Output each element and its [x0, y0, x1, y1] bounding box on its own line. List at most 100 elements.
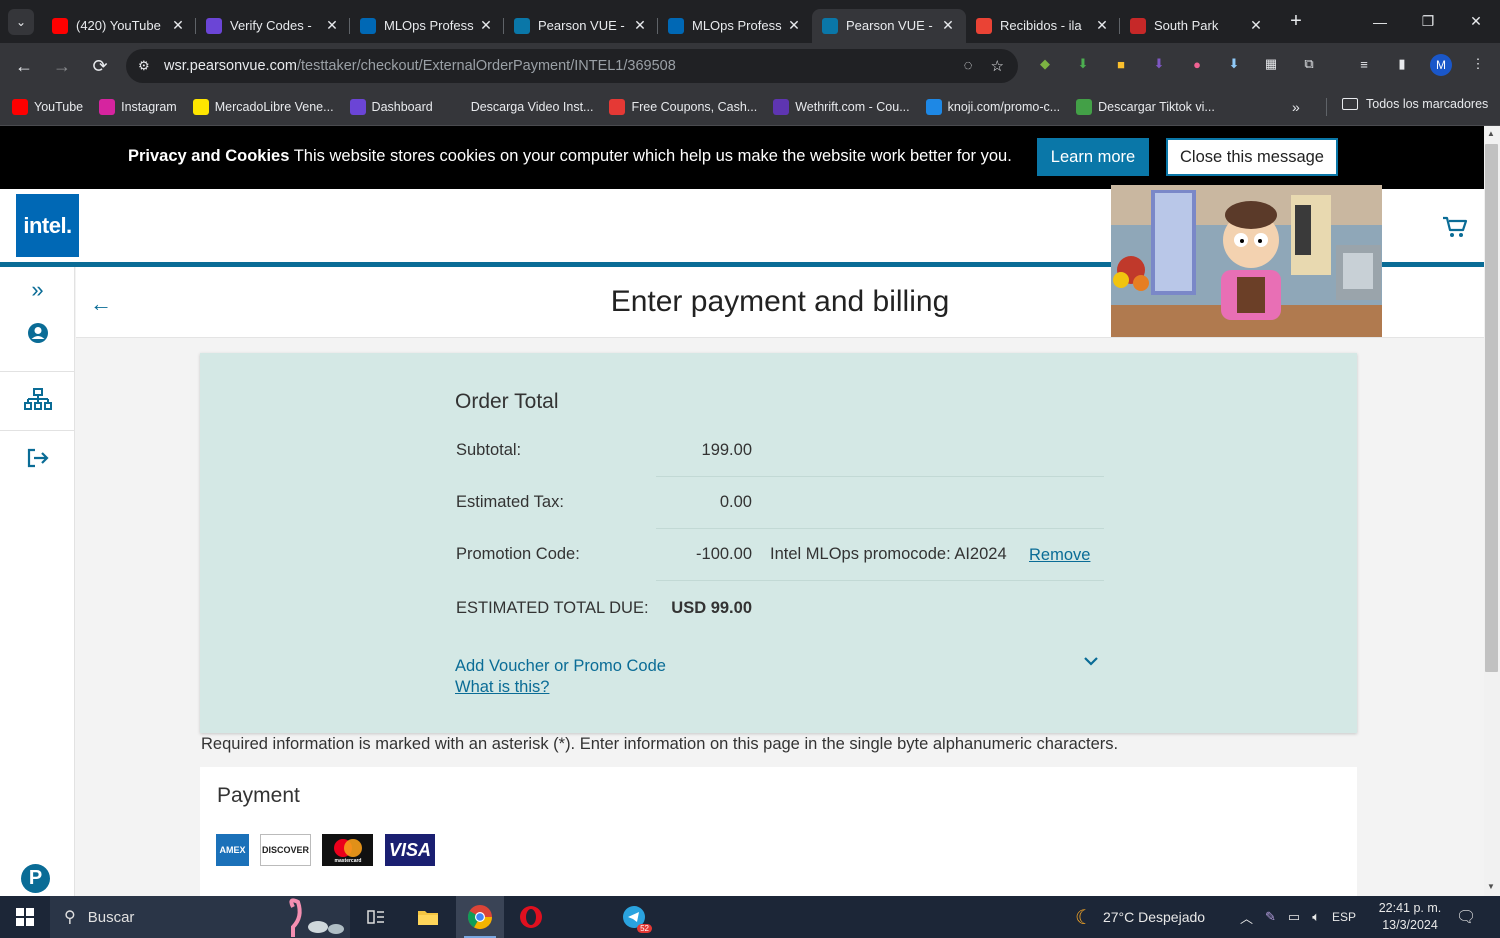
pearson-logo-icon[interactable]: P: [21, 864, 50, 893]
chevron-down-icon[interactable]: [1084, 653, 1098, 669]
menu-kebab-icon[interactable]: ⋮: [1467, 53, 1489, 75]
scroll-down-arrow-icon[interactable]: ▼: [1487, 882, 1495, 891]
tab-close-icon[interactable]: ✕: [324, 17, 340, 34]
tab-close-icon[interactable]: ✕: [786, 17, 802, 34]
sign-out-icon[interactable]: [0, 448, 75, 468]
browser-tab[interactable]: Recibidos - ila ✕: [966, 9, 1120, 43]
intel-icon: [360, 17, 376, 34]
browser-tab[interactable]: Pearson VUE - ✕: [504, 9, 658, 43]
bookmark-item[interactable]: knoji.com/promo-c...: [925, 99, 1060, 115]
file-explorer-icon[interactable]: [404, 896, 452, 938]
site-info-icon[interactable]: ⚙: [138, 58, 154, 74]
new-tab-button[interactable]: +: [1282, 8, 1310, 36]
bookmark-item[interactable]: MercadoLibre Vene...: [192, 99, 334, 115]
bookmark-item[interactable]: Instagram: [99, 99, 177, 115]
language-indicator[interactable]: ESP: [1332, 910, 1356, 924]
tab-title: MLOps Profess: [384, 18, 474, 33]
reload-button[interactable]: ⟳: [82, 48, 118, 84]
network-icon[interactable]: ▭: [1288, 909, 1300, 925]
total-label: ESTIMATED TOTAL DUE:: [456, 599, 649, 617]
opera-taskbar-icon[interactable]: [507, 896, 555, 938]
tab-close-icon[interactable]: ✕: [1094, 17, 1110, 34]
close-window-button[interactable]: ✕: [1452, 0, 1500, 43]
tab-close-icon[interactable]: ✕: [940, 17, 956, 34]
tab-search-button[interactable]: ⌄: [8, 8, 34, 35]
tab-close-icon[interactable]: ✕: [632, 17, 648, 34]
windows-start-button[interactable]: [0, 896, 50, 938]
cookie-text: This website stores cookies on your comp…: [293, 147, 1012, 165]
learn-more-button[interactable]: Learn more: [1037, 138, 1149, 176]
address-bar[interactable]: ⚙ wsr.pearsonvue.com/testtaker/checkout/…: [126, 49, 1018, 83]
add-voucher-link[interactable]: Add Voucher or Promo Code: [455, 657, 666, 676]
tray-chevron-up-icon[interactable]: ︿: [1240, 908, 1253, 927]
tab-title: Pearson VUE -: [538, 18, 625, 33]
telegram-taskbar-icon[interactable]: 52: [610, 896, 658, 938]
browser-tab[interactable]: (420) YouTube ✕: [42, 9, 196, 43]
url-host: wsr.pearsonvue.com: [164, 58, 297, 74]
bookmark-label: Descargar Tiktok vi...: [1098, 100, 1215, 114]
sitemap-icon[interactable]: [0, 388, 75, 412]
all-bookmarks-folder[interactable]: Todos los marcadores: [1342, 97, 1488, 111]
extension-save-icon[interactable]: ⬇: [1148, 53, 1170, 75]
restore-button[interactable]: ❐: [1404, 0, 1452, 43]
picture-in-picture-video[interactable]: [1111, 185, 1382, 337]
scroll-up-arrow-icon[interactable]: ▲: [1487, 129, 1495, 138]
minimize-button[interactable]: —: [1356, 0, 1404, 43]
intel-logo[interactable]: intel.: [16, 194, 79, 257]
pen-icon[interactable]: ✎: [1265, 909, 1276, 925]
browser-tab[interactable]: South Park ✕: [1120, 9, 1274, 43]
extension-notes-icon[interactable]: ■: [1110, 53, 1132, 75]
subtotal-row: Subtotal: 199.00: [456, 425, 1104, 477]
discover-logo: DISCOVER: [260, 834, 311, 866]
scrollbar-thumb[interactable]: [1485, 144, 1498, 672]
chrome-taskbar-icon[interactable]: [456, 896, 504, 938]
blank-taskbar-app-icon[interactable]: [560, 896, 608, 938]
tab-title: MLOps Profess: [692, 18, 782, 33]
tab-close-icon[interactable]: ✕: [478, 17, 494, 34]
subtotal-value: 199.00: [701, 441, 752, 459]
more-bookmarks-chevron-icon[interactable]: »: [1292, 99, 1300, 115]
all-bookmarks-label: Todos los marcadores: [1366, 97, 1489, 111]
extension-video-download-icon[interactable]: ⬇: [1223, 53, 1245, 75]
bookmark-item[interactable]: Wethrift.com - Cou...: [773, 99, 910, 115]
bookmark-item[interactable]: Free Coupons, Cash...: [609, 99, 757, 115]
cart-icon[interactable]: [1442, 216, 1468, 238]
tab-close-icon[interactable]: ✕: [170, 17, 186, 34]
side-panel-icon[interactable]: ▮: [1391, 53, 1413, 75]
weather-widget[interactable]: ☾ 27°C Despejado: [1075, 896, 1205, 938]
notification-icon[interactable]: 🗨︎: [1456, 896, 1476, 938]
extension-circle-icon[interactable]: ●: [1186, 53, 1208, 75]
bookmark-item[interactable]: Dashboard: [349, 99, 433, 115]
taskbar-clock[interactable]: 22:41 p. m. 13/3/2024: [1370, 900, 1450, 934]
what-is-this-link[interactable]: What is this?: [455, 678, 549, 697]
browser-tab[interactable]: MLOps Profess ✕: [658, 9, 812, 43]
extension-screenshot-icon[interactable]: ▦: [1260, 53, 1282, 75]
remove-promo-link[interactable]: Remove: [1029, 546, 1090, 565]
extensions-puzzle-icon[interactable]: ⧉: [1298, 53, 1320, 75]
bookmark-item[interactable]: YouTube: [12, 99, 83, 115]
clock-time: 22:41 p. m.: [1378, 901, 1442, 915]
media-control-icon[interactable]: ≡: [1353, 53, 1375, 75]
browser-tab[interactable]: Verify Codes - ✕: [196, 9, 350, 43]
payment-title: Payment: [217, 784, 300, 807]
browser-tab[interactable]: Pearson VUE - ✕: [812, 8, 966, 43]
forward-button[interactable]: →: [44, 48, 80, 84]
bookmark-item[interactable]: Descarga Video Inst...: [448, 99, 593, 115]
download-icon: [448, 99, 465, 115]
bookmark-star-icon[interactable]: ☆: [991, 57, 1004, 75]
back-button[interactable]: ←: [6, 48, 42, 84]
expand-sidebar-icon[interactable]: »: [0, 277, 75, 303]
account-icon[interactable]: [0, 322, 75, 344]
close-message-button[interactable]: Close this message: [1166, 138, 1338, 176]
taskbar-search[interactable]: ⚲ Buscar: [50, 896, 350, 938]
extension-icon[interactable]: ◆: [1034, 53, 1056, 75]
task-view-icon[interactable]: [352, 896, 400, 938]
tab-close-icon[interactable]: ✕: [1248, 17, 1264, 34]
profile-avatar[interactable]: M: [1430, 54, 1452, 76]
extension-download-icon[interactable]: ⬇: [1072, 53, 1094, 75]
volume-icon[interactable]: 🔈︎: [1312, 909, 1320, 925]
eye-off-icon[interactable]: ◌: [964, 57, 973, 75]
browser-tab[interactable]: MLOps Profess ✕: [350, 9, 504, 43]
system-tray: ︿ ✎ ▭ 🔈︎ ESP: [1240, 896, 1356, 938]
bookmark-item[interactable]: Descargar Tiktok vi...: [1076, 99, 1215, 115]
